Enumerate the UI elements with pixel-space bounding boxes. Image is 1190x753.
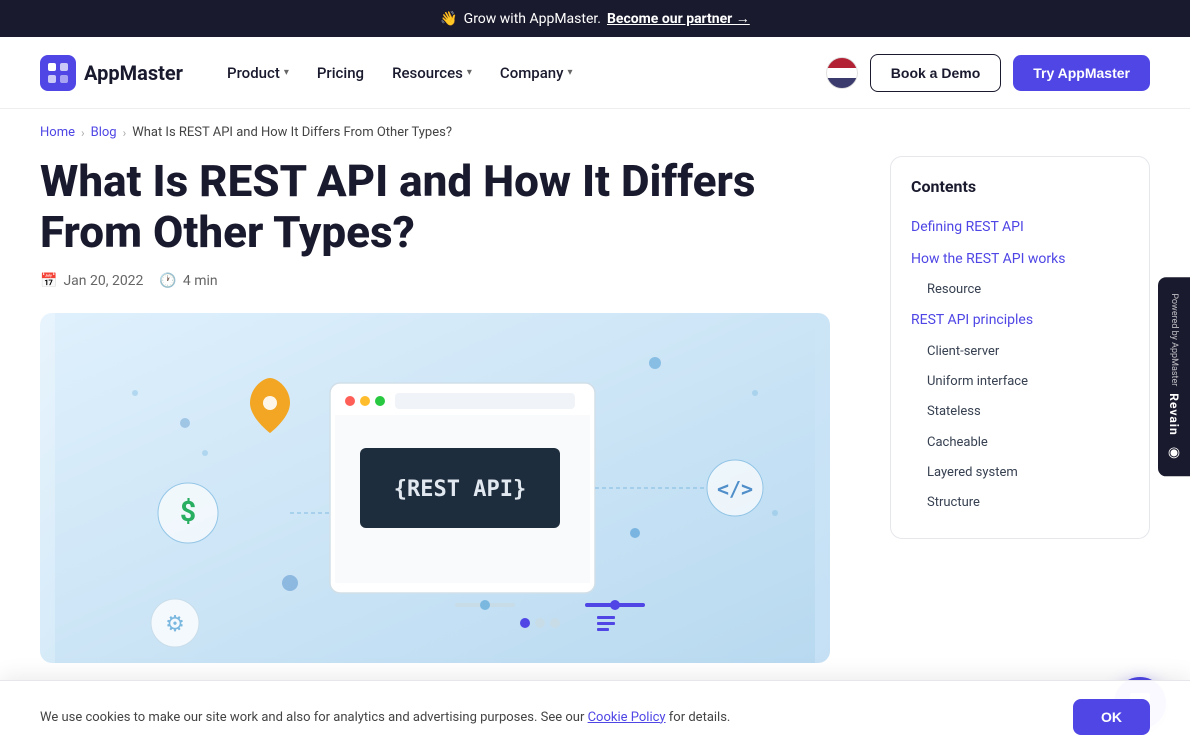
hero-image: $ {REST API} </> ⚙	[40, 313, 830, 663]
toc-container: Contents Defining REST API How the REST …	[890, 156, 1150, 539]
nav-label-product: Product	[227, 64, 280, 82]
breadcrumb: Home › Blog › What Is REST API and How I…	[0, 109, 1190, 156]
nav-arrow-company: ▾	[568, 67, 573, 78]
logo-text: AppMaster	[84, 61, 183, 85]
toc-item-client-server[interactable]: Client-server	[911, 337, 1129, 367]
revain-powered-label: Powered by AppMaster	[1169, 293, 1179, 386]
nav-label-resources: Resources	[392, 64, 463, 82]
nav-label-pricing: Pricing	[317, 64, 364, 82]
toc-item-stateless[interactable]: Stateless	[911, 397, 1129, 427]
svg-text:⚙: ⚙	[165, 612, 185, 637]
svg-text:</>: </>	[717, 477, 753, 501]
nav-item-pricing[interactable]: Pricing	[305, 56, 376, 90]
clock-icon: 🕐	[159, 273, 176, 289]
us-flag-icon	[826, 57, 858, 89]
banner-cta[interactable]: Become our partner →	[607, 10, 750, 27]
header-left: AppMaster Product ▾ Pricing Resources ▾ …	[40, 55, 585, 91]
cookie-text: We use cookies to make our site work and…	[40, 710, 1053, 725]
top-banner: 👋 Grow with AppMaster. Become our partne…	[0, 0, 1190, 37]
toc-item-how-works[interactable]: How the REST API works	[911, 244, 1129, 276]
banner-text: Grow with AppMaster.	[464, 11, 601, 27]
nav-arrow-product: ▾	[284, 67, 289, 78]
svg-text:$: $	[180, 495, 196, 528]
revain-brand-label: Revain	[1167, 394, 1181, 436]
breadcrumb-sep-1: ›	[81, 126, 85, 140]
nav: Product ▾ Pricing Resources ▾ Company ▾	[215, 56, 585, 90]
header: AppMaster Product ▾ Pricing Resources ▾ …	[0, 37, 1190, 109]
nav-label-company: Company	[500, 64, 564, 82]
read-time-text: 4 min	[183, 273, 218, 289]
calendar-icon: 📅	[40, 273, 57, 289]
cookie-ok-button[interactable]: OK	[1073, 699, 1150, 735]
article-date: 📅 Jan 20, 2022	[40, 273, 143, 289]
breadcrumb-current: What Is REST API and How It Differs From…	[132, 125, 452, 140]
breadcrumb-sep-2: ›	[123, 126, 127, 140]
nav-item-company[interactable]: Company ▾	[488, 56, 585, 90]
main-content: What Is REST API and How It Differs From…	[40, 156, 830, 663]
nav-arrow-resources: ▾	[467, 67, 472, 78]
breadcrumb-blog[interactable]: Blog	[91, 125, 117, 140]
article-title: What Is REST API and How It Differs From…	[40, 156, 830, 257]
svg-text:{REST API}: {REST API}	[394, 477, 526, 502]
banner-emoji: 👋	[440, 11, 457, 27]
language-selector[interactable]	[826, 57, 858, 89]
date-text: Jan 20, 2022	[63, 273, 143, 289]
toc-item-resource[interactable]: Resource	[911, 275, 1129, 305]
nav-item-product[interactable]: Product ▾	[215, 56, 301, 90]
article-read-time: 🕐 4 min	[159, 273, 217, 289]
page-layout: What Is REST API and How It Differs From…	[0, 156, 1190, 723]
sidebar: Contents Defining REST API How the REST …	[890, 156, 1150, 539]
toc-item-principles[interactable]: REST API principles	[911, 305, 1129, 337]
toc-item-uniform-interface[interactable]: Uniform interface	[911, 367, 1129, 397]
cookie-policy-link[interactable]: Cookie Policy	[588, 710, 666, 725]
toc-item-structure[interactable]: Structure	[911, 488, 1129, 518]
toc-title: Contents	[911, 177, 1129, 196]
toc-item-defining[interactable]: Defining REST API	[911, 212, 1129, 244]
revain-icon: ◉	[1166, 444, 1182, 460]
revain-widget[interactable]: Powered by AppMaster Revain ◉	[1158, 277, 1190, 476]
header-right: Book a Demo Try AppMaster	[826, 54, 1150, 92]
book-demo-button[interactable]: Book a Demo	[870, 54, 1001, 92]
cookie-banner: We use cookies to make our site work and…	[0, 680, 1190, 753]
article-meta: 📅 Jan 20, 2022 🕐 4 min	[40, 273, 830, 289]
toc-item-cacheable[interactable]: Cacheable	[911, 428, 1129, 458]
breadcrumb-home[interactable]: Home	[40, 125, 75, 140]
logo[interactable]: AppMaster	[40, 55, 183, 91]
try-appmaster-button[interactable]: Try AppMaster	[1013, 55, 1150, 91]
nav-item-resources[interactable]: Resources ▾	[380, 56, 484, 90]
toc-item-layered-system[interactable]: Layered system	[911, 458, 1129, 488]
logo-icon	[40, 55, 76, 91]
